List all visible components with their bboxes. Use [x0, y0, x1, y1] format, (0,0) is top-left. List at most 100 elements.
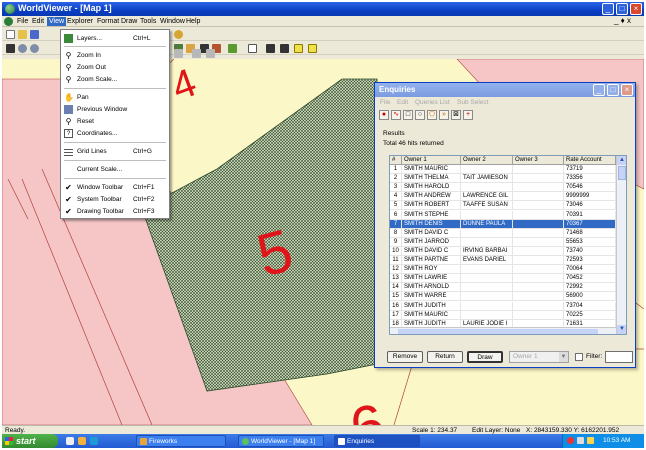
menu-item-drawing-toolbar[interactable]: ✔ Drawing Toolbar Ctrl+F3	[61, 206, 169, 217]
table-row[interactable]: 3 SMITH HAROLD 70546	[390, 183, 616, 193]
menu-edit[interactable]: Edit	[30, 17, 46, 26]
table-row[interactable]: 6 SMITH STEPHE 70391	[390, 210, 616, 220]
remove-button[interactable]: Remove	[387, 351, 423, 363]
table-row[interactable]: 15 SMITH WARRE 56900	[390, 292, 616, 302]
menu-explorer[interactable]: Explorer	[65, 17, 95, 26]
table-row[interactable]: 8 SMITH DAVID C 71468	[390, 228, 616, 238]
taskbar-item-worldviewer[interactable]: WorldViewer - [Map 1]	[238, 435, 324, 447]
rectangle-icon[interactable]: □	[403, 110, 413, 120]
filter-input[interactable]	[605, 351, 633, 363]
table-row[interactable]: 2 SMITH THELMA TAIT JAMIESON 73356	[390, 174, 616, 184]
table-row[interactable]: 11 SMITH PARTNE EVANS DARIEL 72593	[390, 256, 616, 266]
table-row[interactable]: 16 SMITH JUDITH 73704	[390, 301, 616, 311]
horizontal-scroll-thumb[interactable]	[398, 329, 598, 334]
table-row[interactable]: 4 SMITH ANDREW LAWRENCE GIL 9999999	[390, 192, 616, 202]
menu-view[interactable]: View	[47, 17, 67, 26]
percent-tool-2-icon[interactable]	[206, 49, 215, 58]
enq-menu-sub-select[interactable]: Sub Select	[457, 99, 488, 106]
column-header-owner-2[interactable]: Owner 2	[461, 156, 513, 165]
mdi-window-controls[interactable]: _ ♦ x	[614, 16, 631, 25]
enquiries-minimize-button[interactable]: _	[593, 84, 605, 96]
table-row[interactable]: 14 SMITH ARNOLD 72992	[390, 283, 616, 293]
table-row[interactable]: 17 SMITH MAURIC 70225	[390, 310, 616, 320]
menu-format[interactable]: Format	[95, 17, 121, 26]
menu-item-previous-window[interactable]: Previous Window	[61, 104, 169, 115]
open-icon[interactable]	[18, 30, 27, 39]
quicklaunch-icon[interactable]	[78, 437, 86, 445]
quicklaunch-icon[interactable]	[90, 437, 98, 445]
start-button[interactable]: start	[2, 434, 58, 448]
return-button[interactable]: Return	[427, 351, 463, 363]
table-row[interactable]: 10 SMITH DAVID C IRVING BARBAI 73740	[390, 246, 616, 256]
menu-item-coordinates[interactable]: ? Coordinates...	[61, 128, 169, 139]
draw-button[interactable]: Draw	[467, 351, 503, 363]
table-row[interactable]: 13 SMITH LAWRIE 70452	[390, 274, 616, 284]
scroll-up-icon[interactable]: ▲	[617, 156, 626, 165]
polygon-icon[interactable]: ⬠	[427, 110, 437, 120]
menu-draw[interactable]: Draw	[119, 17, 139, 26]
menu-item-zoom-out[interactable]: ⚲ Zoom Out	[61, 62, 169, 73]
menu-item-pan[interactable]: ✋ Pan	[61, 92, 169, 103]
scroll-down-icon[interactable]: ▼	[617, 325, 626, 334]
close-button[interactable]: ×	[630, 3, 642, 15]
polyline-icon[interactable]: ∿	[391, 110, 401, 120]
quicklaunch-icon[interactable]	[66, 437, 74, 445]
enq-menu-edit[interactable]: Edit	[397, 99, 408, 106]
menu-item-grid-lines[interactable]: Grid Lines Ctrl+G	[61, 146, 169, 157]
menu-file[interactable]: File	[15, 17, 30, 26]
menu-item-layers[interactable]: Layers... Ctrl+L	[61, 33, 169, 44]
table-cell: 5	[390, 201, 402, 211]
grid-select-icon[interactable]: ⊠	[451, 110, 461, 120]
percent-tool-icon[interactable]	[192, 49, 201, 58]
table-cell: 70546	[564, 183, 616, 193]
title-bar[interactable]: WorldViewer - [Map 1] _ □ ×	[2, 2, 644, 16]
enquiries-title-bar[interactable]: Enquiries _ □ ×	[375, 83, 635, 97]
table-row[interactable]: 1 SMITH MAURIC 73719	[390, 165, 616, 175]
menu-item-zoom-scale[interactable]: ⚲ Zoom Scale...	[61, 74, 169, 85]
filter-checkbox[interactable]	[575, 353, 583, 361]
enquiries-close-button[interactable]: ×	[621, 84, 633, 96]
draw-tool-icon[interactable]	[174, 49, 183, 58]
column-header-number[interactable]: #	[390, 156, 402, 165]
tray-icon[interactable]	[567, 437, 574, 444]
menu-item-reset[interactable]: ⚲ Reset	[61, 116, 169, 127]
save-icon[interactable]	[30, 30, 39, 39]
results-grid[interactable]: # Owner 1 Owner 2 Owner 3 Rate Account 1…	[389, 155, 627, 335]
new-icon[interactable]	[6, 30, 15, 39]
plus-icon[interactable]: +	[463, 110, 473, 120]
menu-item-system-toolbar[interactable]: ✔ System Toolbar Ctrl+F2	[61, 194, 169, 205]
table-row[interactable]: 5 SMITH ROBERT TAAFFE SUSAN 73046	[390, 201, 616, 211]
system-menu-icon[interactable]	[4, 17, 13, 26]
menu-help[interactable]: Help	[184, 17, 202, 26]
tray-icon[interactable]	[577, 437, 584, 444]
enq-menu-queries-list[interactable]: Queries List	[415, 99, 450, 106]
minimize-button[interactable]: _	[602, 3, 614, 15]
speaker-icon[interactable]	[587, 437, 594, 444]
circle-icon[interactable]: ○	[415, 110, 425, 120]
column-header-owner-1[interactable]: Owner 1	[402, 156, 461, 165]
results-horizontal-scrollbar[interactable]	[390, 327, 616, 334]
record-dot-icon[interactable]: ●	[379, 110, 389, 120]
menu-window[interactable]: Window	[158, 17, 187, 26]
lightbulb-icon[interactable]	[174, 30, 183, 39]
column-header-rate-account[interactable]: Rate Account	[564, 156, 616, 165]
menu-item-window-toolbar[interactable]: ✔ Window Toolbar Ctrl+F1	[61, 182, 169, 193]
chevron-icon[interactable]: »	[439, 110, 449, 120]
menu-item-current-scale[interactable]: Current Scale...	[61, 164, 169, 175]
table-row[interactable]: 12 SMITH ROY 70064	[390, 265, 616, 275]
maximize-button[interactable]: □	[616, 3, 628, 15]
owner-select[interactable]: Owner 1 ▼	[509, 351, 569, 363]
table-row[interactable]: 9 SMITH JARROD 55653	[390, 237, 616, 247]
column-header-owner-3[interactable]: Owner 3	[513, 156, 564, 165]
worldviewer-app-icon[interactable]	[5, 4, 15, 14]
enquiries-maximize-button[interactable]: □	[607, 84, 619, 96]
taskbar-item-fireworks[interactable]: Fireworks	[136, 435, 226, 447]
enq-menu-file[interactable]: File	[380, 99, 390, 106]
table-cell: 70391	[564, 210, 616, 220]
taskbar-item-enquiries[interactable]: Enquiries	[334, 435, 420, 447]
results-vertical-scrollbar[interactable]: ▲ ▼	[616, 156, 626, 334]
menu-item-zoom-in[interactable]: ⚲ Zoom In	[61, 50, 169, 61]
menu-tools[interactable]: Tools	[138, 17, 158, 26]
scroll-thumb[interactable]	[618, 166, 626, 180]
table-row[interactable]: 7 SMITH DENIS DUNNE PAULA 70367	[390, 219, 616, 229]
